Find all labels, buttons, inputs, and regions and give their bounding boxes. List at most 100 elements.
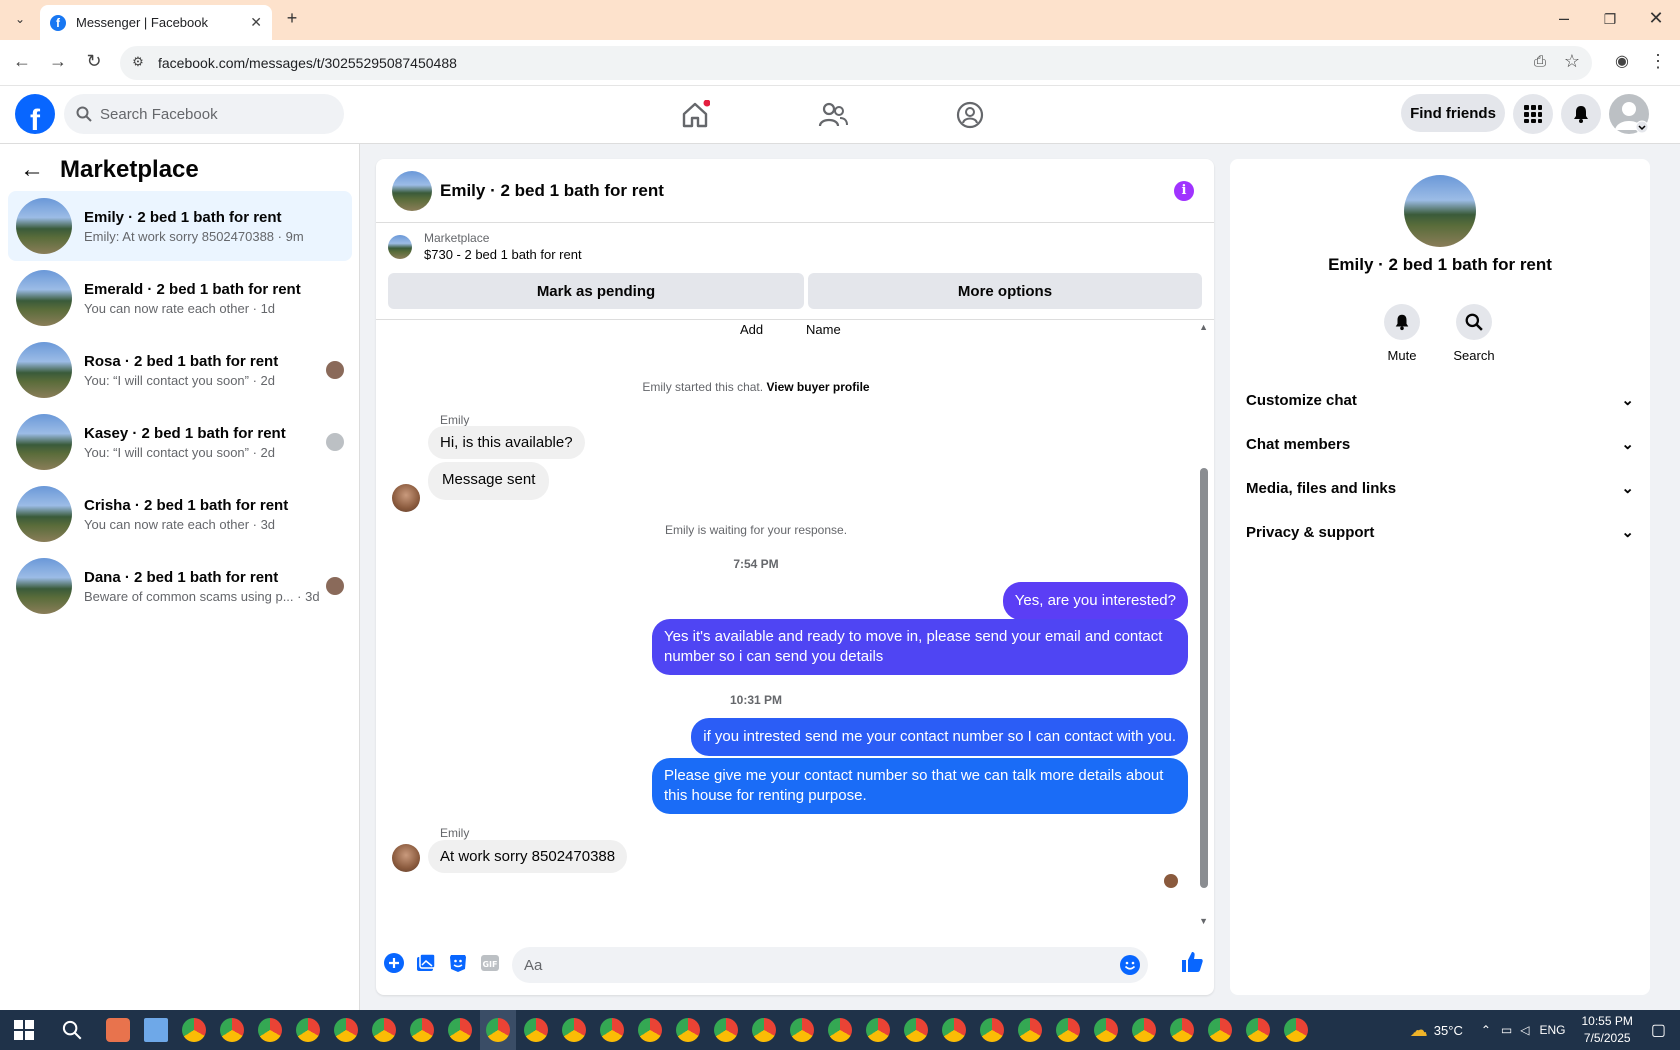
mute-button[interactable]: Mute	[1367, 304, 1437, 363]
site-info-icon[interactable]: ⚙	[126, 54, 150, 70]
privacy-support-section[interactable]: Privacy & support ⌄	[1246, 514, 1634, 550]
sender-avatar[interactable]	[392, 484, 420, 512]
view-buyer-profile-link[interactable]: View buyer profile	[766, 380, 869, 394]
chrome-taskbar-icon[interactable]	[790, 1018, 814, 1042]
chrome-taskbar-icon[interactable]	[714, 1018, 738, 1042]
search-in-chat-button[interactable]: Search	[1439, 304, 1509, 363]
message-input[interactable]: Aa	[512, 947, 1148, 983]
taskbar-app-icon[interactable]	[144, 1018, 168, 1042]
outgoing-message[interactable]: if you intrested send me your contact nu…	[691, 718, 1188, 756]
chrome-taskbar-icon[interactable]	[980, 1018, 1004, 1042]
chrome-taskbar-icon[interactable]	[1018, 1018, 1042, 1042]
outgoing-message[interactable]: Yes it's available and ready to move in,…	[652, 619, 1188, 675]
chrome-taskbar-icon[interactable]	[562, 1018, 586, 1042]
weather-icon[interactable]: ☁	[1410, 1020, 1428, 1041]
outgoing-message[interactable]: Please give me your contact number so th…	[652, 758, 1188, 814]
profile-icon[interactable]: ◉	[1610, 51, 1634, 71]
home-icon[interactable]	[680, 100, 710, 130]
conversation-item[interactable]: Kasey · 2 bed 1 bath for rent You: “I wil…	[8, 407, 352, 477]
chrome-taskbar-icon[interactable]	[410, 1018, 434, 1042]
chrome-taskbar-icon[interactable]	[1132, 1018, 1156, 1042]
facebook-logo-icon[interactable]: f	[15, 94, 55, 134]
friends-icon[interactable]	[818, 100, 848, 130]
volume-icon[interactable]: ◁	[1520, 1023, 1529, 1037]
info-icon[interactable]: i	[1174, 181, 1194, 201]
photo-icon[interactable]	[416, 953, 436, 973]
window-close-icon[interactable]: ✕	[1644, 8, 1668, 29]
outgoing-message[interactable]: Yes, are you interested?	[1002, 582, 1188, 620]
mark-as-pending-button[interactable]: Mark as pending	[388, 273, 804, 309]
taskbar-search-icon[interactable]	[62, 1020, 82, 1040]
chrome-taskbar-icon[interactable]	[752, 1018, 776, 1042]
plus-circle-icon[interactable]	[384, 953, 404, 973]
chrome-taskbar-icon[interactable]	[1056, 1018, 1080, 1042]
tab-close-icon[interactable]: ✕	[250, 14, 262, 31]
conversation-item[interactable]: Emily · 2 bed 1 bath for rent Emily: At w…	[8, 191, 352, 261]
tray-chevron-icon[interactable]: ⌃	[1481, 1023, 1491, 1037]
sender-avatar[interactable]	[392, 844, 420, 872]
restore-icon[interactable]: ❐	[1598, 11, 1622, 28]
back-icon[interactable]: ←	[10, 51, 34, 72]
chrome-taskbar-icon[interactable]	[448, 1018, 472, 1042]
notification-center-icon[interactable]: ▢	[1651, 1020, 1666, 1040]
account-avatar[interactable]	[1609, 94, 1649, 134]
chat-members-section[interactable]: Chat members ⌄	[1246, 426, 1634, 462]
forward-icon[interactable]: →	[46, 51, 70, 72]
chrome-taskbar-icon[interactable]	[220, 1018, 244, 1042]
tab-search-icon[interactable]: ⌄	[8, 12, 32, 26]
taskbar-app-icon[interactable]	[106, 1018, 130, 1042]
more-options-button[interactable]: More options	[808, 273, 1202, 309]
sticker-icon[interactable]	[448, 953, 468, 973]
chrome-taskbar-icon[interactable]	[600, 1018, 624, 1042]
install-icon[interactable]: ⎙	[1528, 53, 1552, 70]
profile-thumbnail[interactable]	[1404, 175, 1476, 247]
find-friends-button[interactable]: Find friends	[1401, 94, 1505, 132]
chrome-taskbar-icon[interactable]	[1208, 1018, 1232, 1042]
chrome-menu-icon[interactable]: ⋮	[1646, 51, 1670, 72]
scroll-up-icon[interactable]: ▲	[1199, 322, 1208, 332]
notifications-bell-icon[interactable]	[1561, 94, 1601, 134]
chrome-taskbar-icon[interactable]	[1094, 1018, 1118, 1042]
conversation-item[interactable]: Rosa · 2 bed 1 bath for rent You: “I will…	[8, 335, 352, 405]
temperature[interactable]: 35°C	[1434, 1023, 1463, 1038]
groups-icon[interactable]	[955, 100, 985, 130]
facebook-search-input[interactable]: Search Facebook	[64, 94, 344, 134]
incoming-message[interactable]: Message sent	[428, 462, 550, 500]
chat-title[interactable]: Emily · 2 bed 1 bath for rent	[440, 181, 664, 201]
clock[interactable]: 10:55 PM 7/5/2025	[1582, 1013, 1633, 1047]
back-arrow-icon[interactable]: ←	[20, 156, 44, 184]
emoji-icon[interactable]	[1120, 955, 1140, 975]
menu-grid-icon[interactable]	[1513, 94, 1553, 134]
chat-thumbnail[interactable]	[392, 170, 432, 211]
browser-tab[interactable]: f Messenger | Facebook ✕	[40, 5, 272, 40]
network-icon[interactable]: ▭	[1501, 1023, 1512, 1037]
chrome-taskbar-icon[interactable]	[638, 1018, 662, 1042]
chrome-taskbar-icon[interactable]	[1170, 1018, 1194, 1042]
incoming-message[interactable]: At work sorry 8502470388	[428, 840, 628, 873]
url-field[interactable]: facebook.com/messages/t/3025529508745048…	[120, 46, 1592, 80]
windows-start-icon[interactable]	[14, 1020, 34, 1040]
chrome-taskbar-icon[interactable]	[904, 1018, 928, 1042]
chrome-taskbar-icon[interactable]	[828, 1018, 852, 1042]
chrome-taskbar-icon[interactable]	[676, 1018, 700, 1042]
conversation-item[interactable]: Crisha · 2 bed 1 bath for rent You can no…	[8, 479, 352, 549]
chrome-taskbar-icon[interactable]	[524, 1018, 548, 1042]
chrome-taskbar-icon[interactable]	[372, 1018, 396, 1042]
chrome-taskbar-icon[interactable]	[182, 1018, 206, 1042]
chrome-taskbar-icon[interactable]	[866, 1018, 890, 1042]
chrome-taskbar-icon[interactable]	[334, 1018, 358, 1042]
chrome-taskbar-icon[interactable]	[296, 1018, 320, 1042]
chrome-taskbar-icon[interactable]	[1284, 1018, 1308, 1042]
bookmark-star-icon[interactable]: ☆	[1560, 51, 1584, 72]
media-files-links-section[interactable]: Media, files and links ⌄	[1246, 470, 1634, 506]
incoming-message[interactable]: Hi, is this available?	[428, 426, 585, 459]
minimize-icon[interactable]: –	[1552, 8, 1576, 29]
new-tab-icon[interactable]: +	[280, 8, 304, 29]
language-indicator[interactable]: ENG	[1539, 1023, 1565, 1037]
scrollbar-thumb[interactable]	[1200, 468, 1208, 888]
chrome-taskbar-icon[interactable]	[1246, 1018, 1270, 1042]
chrome-taskbar-icon[interactable]	[486, 1018, 510, 1042]
scroll-down-icon[interactable]: ▼	[1199, 916, 1208, 926]
customize-chat-section[interactable]: Customize chat ⌄	[1246, 382, 1634, 418]
chrome-taskbar-icon[interactable]	[942, 1018, 966, 1042]
